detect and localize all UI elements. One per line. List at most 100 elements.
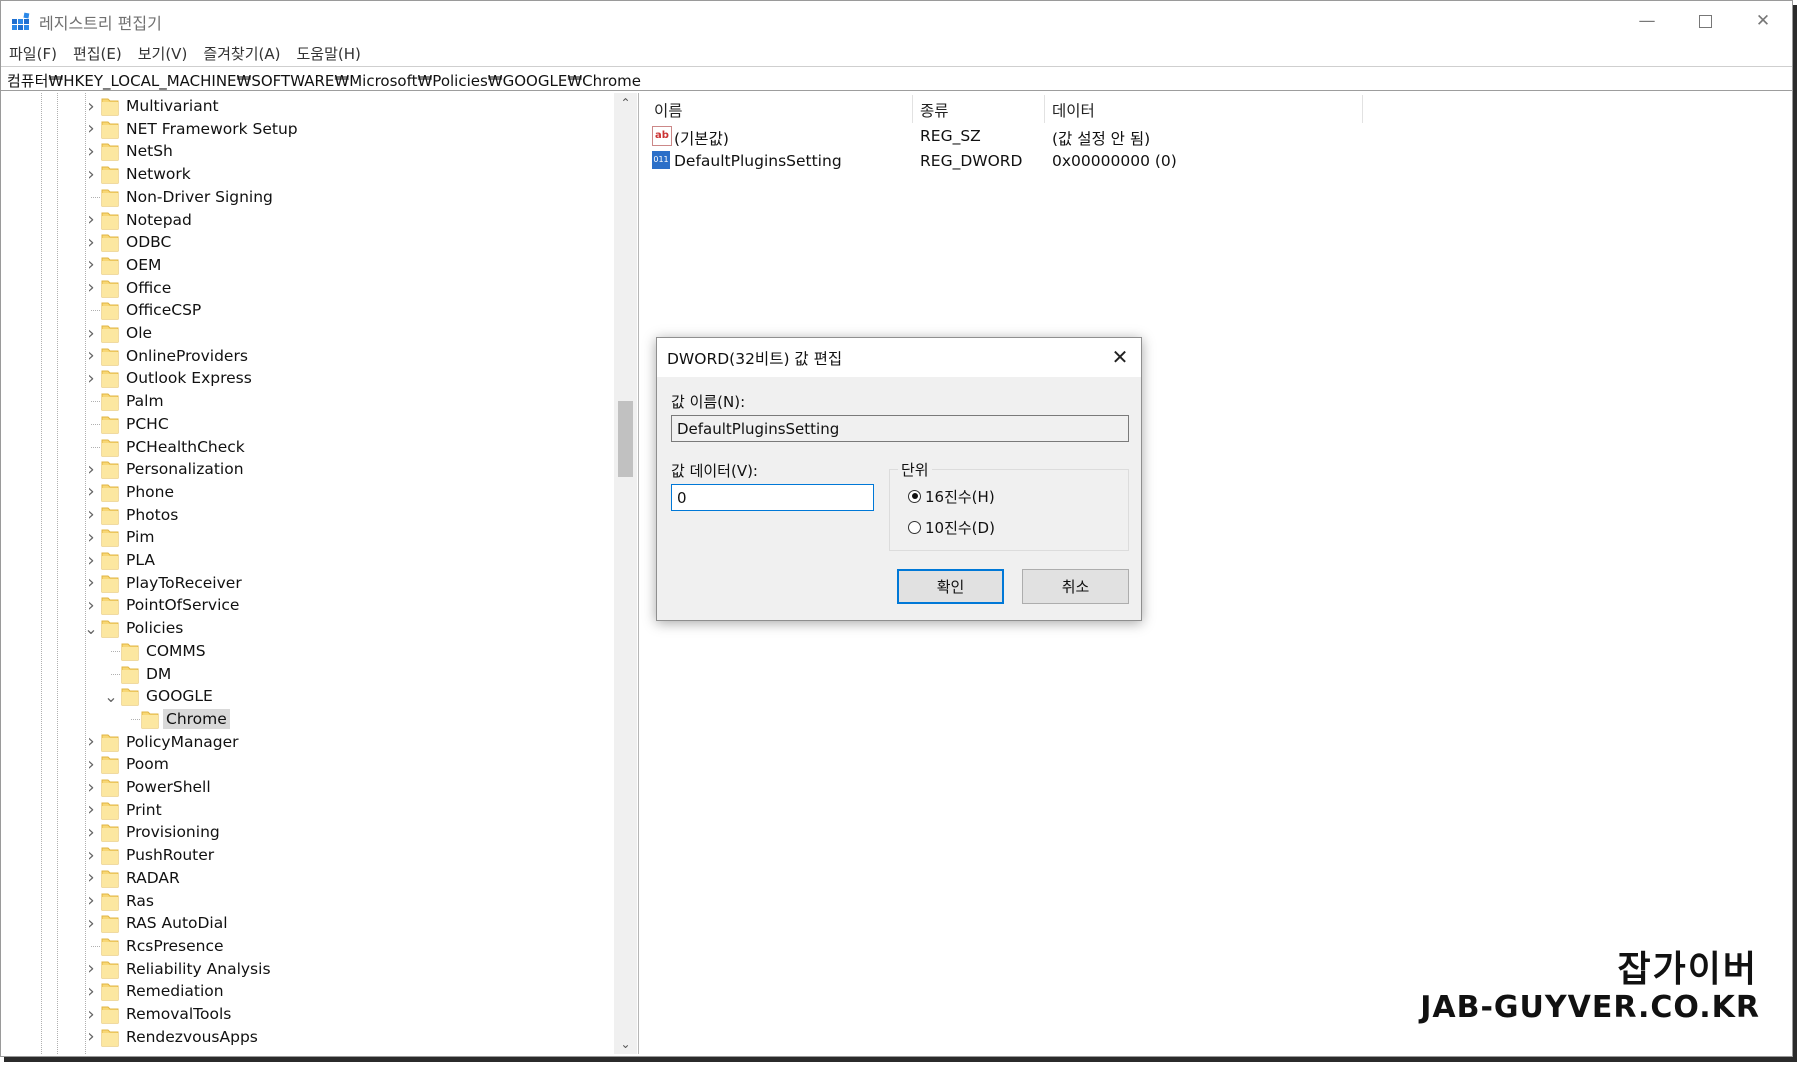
tree-item-label[interactable]: PLA (123, 550, 158, 570)
tree-item-label[interactable]: ODBC (123, 232, 174, 252)
chevron-right-icon[interactable]: › (84, 890, 98, 911)
radio-unchecked-icon[interactable] (908, 520, 921, 534)
column-header-type[interactable]: 종류 (920, 99, 949, 121)
chevron-right-icon[interactable]: › (84, 754, 98, 775)
tree-item-label[interactable]: RemovalTools (123, 1004, 234, 1024)
menu-edit[interactable]: 편집(E) (73, 43, 122, 64)
tree-item[interactable]: › Phone (1, 481, 601, 503)
tree-item[interactable]: › Multivariant (1, 95, 601, 117)
tree-item[interactable]: PCHealthCheck (1, 436, 601, 458)
tree-item-label[interactable]: NET Framework Setup (123, 119, 301, 139)
tree-item[interactable]: › Print (1, 799, 601, 821)
tree-item[interactable]: RcsPresence (1, 935, 601, 957)
tree-item[interactable]: › OEM (1, 254, 601, 276)
address-path[interactable]: 컴퓨터₩HKEY_LOCAL_MACHINE₩SOFTWARE₩Microsof… (7, 70, 641, 91)
column-separator[interactable] (1044, 95, 1045, 123)
chevron-right-icon[interactable]: › (84, 164, 98, 185)
chevron-right-icon[interactable]: › (84, 822, 98, 843)
tree-item[interactable]: › NET Framework Setup (1, 118, 601, 140)
tree-item[interactable]: › Personalization (1, 458, 601, 480)
tree-scrollbar[interactable]: ⌃ ⌄ (614, 93, 637, 1054)
tree-item-label[interactable]: PushRouter (123, 845, 217, 865)
tree-item-label[interactable]: Office (123, 278, 174, 298)
tree-item[interactable]: › PlayToReceiver (1, 572, 601, 594)
chevron-right-icon[interactable]: › (84, 141, 98, 162)
menu-view[interactable]: 보기(V) (138, 43, 188, 64)
tree-item-label[interactable]: Phone (123, 482, 177, 502)
chevron-right-icon[interactable]: › (84, 481, 98, 502)
tree-item[interactable]: › Notepad (1, 209, 601, 231)
chevron-right-icon[interactable]: › (84, 595, 98, 616)
tree-item[interactable]: › OnlineProviders (1, 345, 601, 367)
chevron-right-icon[interactable]: › (84, 958, 98, 979)
cancel-button[interactable]: 취소 (1022, 569, 1129, 604)
radio-hexadecimal[interactable]: 16진수(H) (908, 486, 995, 506)
tree-item-label[interactable]: Ole (123, 323, 155, 343)
tree-item-label[interactable]: Policies (123, 618, 186, 638)
tree-item[interactable]: ⌄ Policies (1, 617, 601, 639)
column-header-name[interactable]: 이름 (654, 99, 683, 121)
tree-item-label[interactable]: Print (123, 800, 165, 820)
tree-item[interactable]: › RendezvousApps (1, 1026, 601, 1048)
chevron-right-icon[interactable]: › (84, 209, 98, 230)
tree-item[interactable]: › RADAR (1, 867, 601, 889)
tree-item-label[interactable]: Non-Driver Signing (123, 187, 276, 207)
tree-item-label[interactable]: Personalization (123, 459, 247, 479)
column-header-data[interactable]: 데이터 (1052, 99, 1095, 121)
chevron-right-icon[interactable]: › (84, 572, 98, 593)
tree-item[interactable]: › Remediation (1, 980, 601, 1002)
tree-item[interactable]: › PLA (1, 549, 601, 571)
close-button[interactable]: ✕ (1734, 1, 1792, 41)
chevron-right-icon[interactable]: › (84, 345, 98, 366)
chevron-right-icon[interactable]: › (84, 550, 98, 571)
tree-item[interactable]: › Photos (1, 504, 601, 526)
scroll-thumb[interactable] (618, 401, 633, 477)
tree-item[interactable]: › Ole (1, 322, 601, 344)
radio-hex-label[interactable]: 16진수(H) (925, 486, 995, 507)
column-separator[interactable] (912, 95, 913, 123)
tree-item-label[interactable]: PowerShell (123, 777, 214, 797)
tree-item[interactable]: › Office (1, 277, 601, 299)
tree-item[interactable]: › Poom (1, 753, 601, 775)
tree-item[interactable]: › ODBC (1, 231, 601, 253)
tree-item[interactable]: › PushRouter (1, 844, 601, 866)
dialog-close-button[interactable]: ✕ (1105, 342, 1135, 372)
value-name-field[interactable] (671, 415, 1129, 442)
tree-item-label[interactable]: DM (143, 664, 174, 684)
chevron-down-icon[interactable]: ⌄ (84, 618, 98, 638)
menu-favorites[interactable]: 즐겨찾기(A) (203, 43, 280, 64)
tree-item[interactable]: › Provisioning (1, 821, 601, 843)
tree-item[interactable]: COMMS (1, 640, 601, 662)
tree-item[interactable]: › Ras (1, 890, 601, 912)
chevron-right-icon[interactable]: › (84, 96, 98, 117)
chevron-right-icon[interactable]: › (84, 981, 98, 1002)
tree-item-label[interactable]: PCHC (123, 414, 172, 434)
maximize-button[interactable] (1676, 1, 1734, 41)
menu-help[interactable]: 도움말(H) (296, 43, 360, 64)
key-tree-pane[interactable]: › Multivariant › NET Framework Setup › NetSh ›… (1, 93, 639, 1054)
tree-item[interactable]: Palm (1, 390, 601, 412)
minimize-button[interactable]: — (1618, 1, 1676, 41)
tree-item-label[interactable]: Ras (123, 891, 157, 911)
tree-item-label[interactable]: OfficeCSP (123, 300, 204, 320)
radio-checked-icon[interactable] (908, 489, 921, 503)
tree-item-label[interactable]: Poom (123, 754, 172, 774)
tree-item[interactable]: Chrome (1, 708, 601, 730)
chevron-right-icon[interactable]: › (84, 368, 98, 389)
chevron-right-icon[interactable]: › (84, 845, 98, 866)
tree-item-label[interactable]: Photos (123, 505, 181, 525)
ok-button[interactable]: 확인 (897, 569, 1004, 604)
tree-item[interactable]: › Reliability Analysis (1, 958, 601, 980)
tree-item-label[interactable]: Remediation (123, 981, 227, 1001)
value-data-input[interactable] (671, 484, 874, 511)
tree-item-label[interactable]: Provisioning (123, 822, 223, 842)
chevron-right-icon[interactable]: › (84, 323, 98, 344)
chevron-right-icon[interactable]: › (84, 254, 98, 275)
tree-item-label[interactable]: Pim (123, 527, 157, 547)
tree-item[interactable]: › PolicyManager (1, 731, 601, 753)
tree-item-label[interactable]: Network (123, 164, 194, 184)
tree-item-label[interactable]: PolicyManager (123, 732, 242, 752)
tree-item-label[interactable]: RcsPresence (123, 936, 227, 956)
tree-item-label[interactable]: Reliability Analysis (123, 959, 274, 979)
chevron-right-icon[interactable]: › (84, 867, 98, 888)
